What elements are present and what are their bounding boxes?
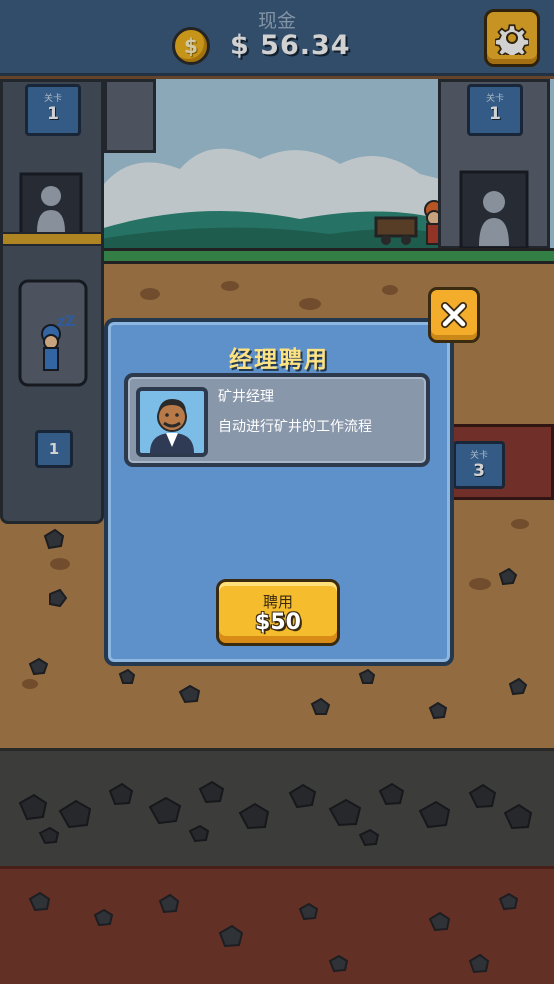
close-button[interactable] (428, 287, 480, 343)
manager-portrait-icon (136, 387, 208, 457)
hire-button[interactable]: 聘用 $50 (216, 579, 340, 646)
hire-button-label: 聘用 (262, 593, 293, 611)
close-icon (441, 302, 467, 328)
hire-button-price: $50 (255, 610, 301, 635)
dialog-title: 经理聘用 (229, 347, 329, 373)
manager-card[interactable]: 矿井经理 自动进行矿井的工作流程 (124, 373, 430, 467)
manager-card-title: 矿井经理 (218, 389, 274, 405)
manager-card-description: 自动进行矿井的工作流程 (218, 419, 372, 435)
